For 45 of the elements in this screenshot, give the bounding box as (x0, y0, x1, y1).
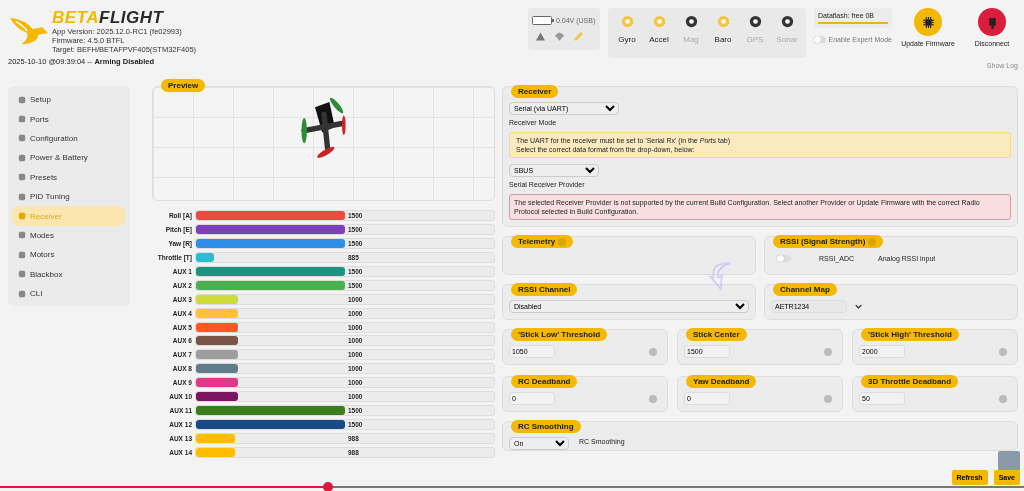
section-title: 'Stick High' Threshold (861, 328, 959, 341)
help-icon[interactable] (824, 394, 832, 403)
chip-icon (921, 15, 935, 29)
section-title: Channel Map (773, 283, 837, 296)
sidebar-item[interactable]: PID Tuning (12, 186, 126, 207)
warning-icon (536, 31, 545, 41)
sidebar-item[interactable]: Motors (12, 245, 126, 265)
section-title: RC Deadband (511, 375, 578, 388)
sidebar-item[interactable]: Ports (12, 109, 126, 129)
help-icon[interactable] (649, 347, 657, 356)
section-title: Receiver (511, 85, 559, 98)
sidebar-item[interactable]: Blackbox (12, 264, 126, 284)
section-title: Preview (161, 79, 206, 92)
sensor-label: Gyro (618, 35, 636, 44)
sidebar-item[interactable]: Modes (12, 225, 126, 246)
sensor-label: Baro (714, 35, 732, 44)
expert-mode-toggle[interactable] (814, 36, 826, 43)
update-firmware-button[interactable] (914, 8, 942, 36)
sidebar-item[interactable]: Configuration (12, 128, 126, 149)
help-icon[interactable] (558, 237, 567, 246)
sidebar-item[interactable]: Setup (12, 90, 126, 110)
logo-wordmark: BETAFLIGHT (52, 8, 165, 27)
section-title: RSSI Channel (511, 283, 578, 296)
section-title: 'Stick Low' Threshold (511, 328, 608, 341)
section-title: RC Smoothing (511, 420, 581, 433)
sidebar-item[interactable]: Power & Battery (12, 148, 126, 168)
help-icon[interactable] (999, 394, 1007, 403)
sidebar-item[interactable]: Presets (12, 167, 126, 187)
section-title: Yaw Deadband (686, 375, 757, 388)
section-title: Stick Center (686, 328, 747, 341)
photo-placeholder (998, 451, 1020, 471)
help-icon[interactable] (868, 237, 877, 246)
sensor-label: Mag (683, 35, 699, 44)
disconnect-button[interactable] (978, 8, 1006, 36)
sidebar-item[interactable]: CLI (12, 283, 126, 304)
section-title: Telemetry (511, 235, 574, 248)
progress-thumb[interactable] (322, 482, 333, 491)
section-title: 3D Throttle Deadband (861, 375, 959, 388)
help-icon[interactable] (999, 347, 1007, 356)
section-title: RSSI (Signal Strength) (773, 235, 884, 248)
rssi-toggle[interactable] (777, 254, 791, 262)
chevron-down-icon[interactable] (855, 304, 862, 309)
sensor-label: Accel (649, 35, 669, 44)
help-icon[interactable] (649, 394, 657, 403)
help-icon[interactable] (824, 347, 832, 356)
